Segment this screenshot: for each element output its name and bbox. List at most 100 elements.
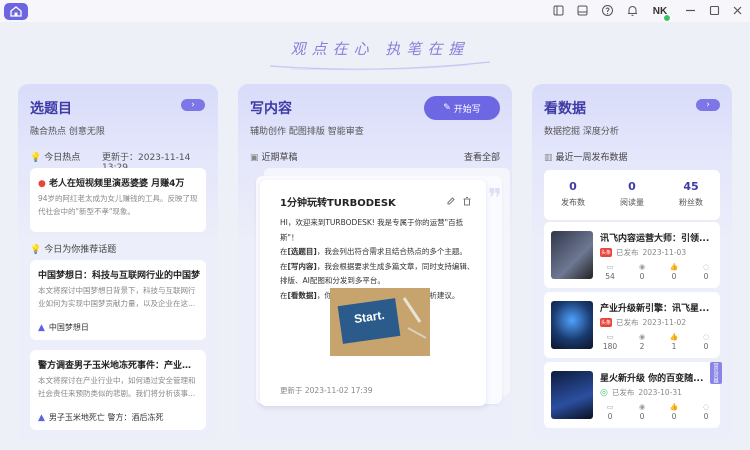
chevron-right-icon: › <box>191 100 195 110</box>
stat-published: 0 发布数 <box>544 180 602 208</box>
published-post-card[interactable]: 产业升级新引擎：讯飞星... 头条 已发布 2023-11-02 ▭ 180 ◉ 2 👍… <box>544 292 720 358</box>
thumbs-up-icon: 👍 <box>669 403 679 411</box>
lightbulb-icon: 💡 <box>30 245 42 255</box>
draft-image: Start. <box>330 288 430 356</box>
recommend-card[interactable]: 中国梦想日：科技与互联网行业的中国梦 本文将探讨中国梦想日背景下，科技与互联网行… <box>30 260 206 340</box>
post-status: 已发布 <box>616 318 639 327</box>
post-title: 产业升级新引擎：讯飞星... <box>600 304 710 314</box>
quote-mark-icon: ❞ <box>488 184 502 214</box>
post-meta: 头条 已发布 2023-11-03 <box>600 247 686 258</box>
writing-title: 写内容 <box>250 101 292 117</box>
maximize-icon[interactable] <box>708 4 721 17</box>
close-icon[interactable] <box>731 4 744 17</box>
sidebar-toggle-icon[interactable] <box>552 4 565 17</box>
pen-icon: ✎ <box>443 103 451 113</box>
thumbs-up-icon: 👍 <box>669 333 679 341</box>
topics-arrow-button[interactable]: › <box>181 99 205 111</box>
share-icon: ◌ <box>702 403 710 411</box>
recommend-label: 今日为你推荐话题 <box>44 245 117 255</box>
week-section-header: ▥ 最近一周发布数据 <box>544 150 628 163</box>
notification-bell-icon[interactable] <box>626 4 639 17</box>
published-post-card[interactable]: 星火新升级 你的百变随... ◎ 已发布 2023-10-31 ▭ 0 ◉ 0 👍 0 ◌… <box>544 362 720 428</box>
post-date: 2023-10-31 <box>638 388 682 397</box>
post-stat: ◉ 2 <box>632 332 652 352</box>
stats-card: 0 发布数 0 阅读量 45 粉丝数 <box>544 170 720 220</box>
topics-panel: 选题目 › 融合热点 创意无限 💡今日热点 更新于：2023-11-14 13:… <box>18 84 218 440</box>
recommend-title: 中国梦想日：科技与互联网行业的中国梦 <box>38 271 200 281</box>
online-status-icon <box>663 14 671 22</box>
data-arrow-button[interactable]: › <box>696 99 720 111</box>
draft-card[interactable]: 1分钟玩转TURBODESK ❞ HI，欢迎来到TURBODESK! 我是专属于… <box>260 180 502 406</box>
writing-panel: 写内容 辅助创作 配图排版 智能审查 ✎ 开始写 ▣ 近期草稿 查看全部 1分钟玩转… <box>238 84 512 440</box>
draft-line: 在[写内容]，我会根据要求生成多篇文章，同时支持编辑、排版、AI配图和分发到多平… <box>280 260 480 289</box>
hot-topic-title: ● 老人在短视频里演恶婆婆 月赚4万 <box>38 176 202 189</box>
post-title: 星火新升级 你的百变随... <box>600 374 704 384</box>
week-label: 最近一周发布数据 <box>555 153 628 163</box>
post-stats: ▭ 54 ◉ 0 👍 0 ◌ 0 <box>600 262 716 282</box>
draft-line: 在[选题目]，我会列出符合需求且结合热点的多个主题。 <box>280 245 480 260</box>
recommend-section-header: 💡 今日为你推荐话题 <box>30 242 116 255</box>
recommend-tag[interactable]: ▲ 男子玉米地死亡 警方：酒后冻死 <box>38 412 163 423</box>
draft-title: 1分钟玩转TURBODESK <box>280 198 396 209</box>
draft-prefix: 在 <box>280 261 288 271</box>
stat-followers: 45 粉丝数 <box>662 180 720 208</box>
recommend-tag-text: 男子玉米地死亡 警方：酒后冻死 <box>48 413 164 422</box>
post-stat: ◉ 0 <box>632 402 652 422</box>
minimize-icon[interactable] <box>684 4 697 17</box>
bar-chart-icon: ▥ <box>544 153 553 163</box>
post-status: 已发布 <box>611 388 635 397</box>
published-post-card[interactable]: 讯飞内容运营大师：引领... 头条 已发布 2023-11-03 ▭ 54 ◉ 0 👍 0… <box>544 222 720 288</box>
lightbulb-icon: 💡 <box>30 153 42 163</box>
post-stat: 👍 0 <box>664 402 684 422</box>
stat-label: 粉丝数 <box>679 198 703 207</box>
view-all-drafts-link[interactable]: 查看全部 <box>464 150 500 163</box>
recommend-tag[interactable]: ▲ 中国梦想日 <box>38 322 89 333</box>
drafts-label: 近期草稿 <box>261 153 298 163</box>
platform-badge: 头条 <box>600 318 612 327</box>
recommend-card[interactable]: 警方调查男子玉米地冻死事件：产业安... 本文将探讨在产业行业中，如何通过安全管… <box>30 350 206 430</box>
draft-text: ，我会列出符合需求且结合热点的多个主题。 <box>316 247 467 256</box>
post-date: 2023-11-03 <box>642 248 687 257</box>
wechat-icon: ◎ <box>600 387 608 398</box>
recommend-text: 本文将探讨在产业行业中，如何通过安全管理和社会责任来预防类似的悲剧。我们将分析该… <box>38 376 196 398</box>
post-stat: ◉ 0 <box>632 262 652 282</box>
post-thumbnail <box>551 231 593 279</box>
delete-icon[interactable] <box>462 196 472 206</box>
draft-line: HI，欢迎来到TURBODESK! 我是专属于你的运营"百抵斯"！ <box>280 218 464 242</box>
recommend-tag-text: 中国梦想日 <box>48 323 89 332</box>
home-icon <box>10 6 22 17</box>
faq-side-tab[interactable]: 常见问题 <box>710 362 722 384</box>
post-stat: ▭ 180 <box>600 332 620 352</box>
comment-icon: ▭ <box>606 263 614 271</box>
hot-label: 今日热点 <box>44 153 81 163</box>
comment-icon: ▭ <box>606 403 614 411</box>
draft-updated-time: 更新于 2023-11-02 17:39 <box>280 386 373 395</box>
stat-reads: 0 阅读量 <box>603 180 661 208</box>
home-button[interactable] <box>4 3 28 20</box>
recommend-text: 本文将探讨中国梦想日背景下，科技与互联网行业如何为实现中国梦贡献力量，以及企业在… <box>38 286 196 308</box>
platform-badge: 头条 <box>600 248 612 257</box>
edit-icon[interactable] <box>446 196 456 206</box>
post-stat: ▭ 0 <box>600 402 620 422</box>
start-writing-button[interactable]: ✎ 开始写 <box>424 96 500 120</box>
help-icon[interactable] <box>601 4 614 17</box>
post-date: 2023-11-02 <box>642 318 687 327</box>
title-bar: NK <box>0 0 750 22</box>
user-avatar[interactable]: NK <box>650 2 671 22</box>
post-stat: 👍 1 <box>664 332 684 352</box>
draft-keyword: [看数据] <box>287 290 317 300</box>
stat-value: 45 <box>683 180 699 193</box>
post-stats: ▭ 180 ◉ 2 👍 1 ◌ 0 <box>600 332 716 352</box>
eye-icon: ◉ <box>638 333 646 341</box>
comment-icon: ▭ <box>606 333 614 341</box>
draft-prefix: 在 <box>280 247 288 256</box>
hot-topic-text: 94岁的阿红老太成为女儿赚钱的工具。反映了现代社会中的"新型不孝"现象。 <box>38 194 198 216</box>
calendar-icon: ▣ <box>250 153 259 163</box>
post-status: 已发布 <box>616 248 639 257</box>
hot-topic-card[interactable]: ● 老人在短视频里演恶婆婆 月赚4万 94岁的阿红老太成为女儿赚钱的工具。反映了… <box>30 168 206 232</box>
post-title: 讯飞内容运营大师：引领... <box>600 234 710 244</box>
share-icon: ◌ <box>702 333 710 341</box>
slogan-underline-icon <box>269 61 491 71</box>
slogan: 观点在心 执笔在握 <box>250 38 510 72</box>
panel-icon[interactable] <box>576 4 589 17</box>
